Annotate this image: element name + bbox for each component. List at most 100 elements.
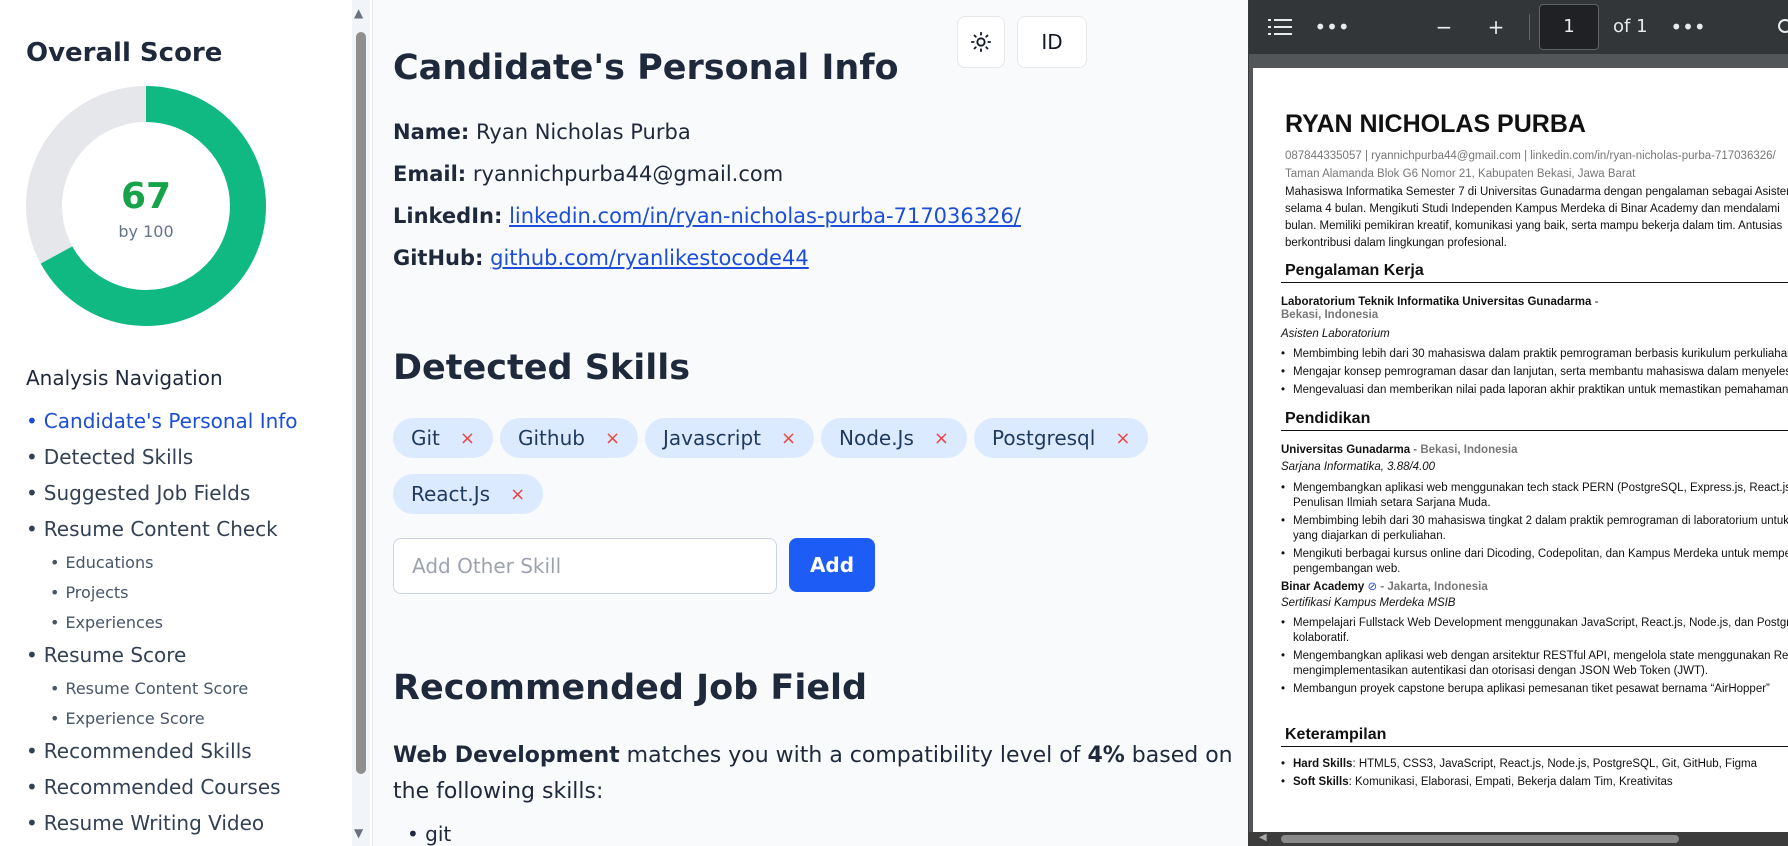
linkedin-link[interactable]: linkedin.com/in/ryan-nicholas-purba-7170…	[509, 204, 1021, 228]
resume-edu1-org: Universitas Gunadarma	[1281, 444, 1411, 456]
sidebar-scroll-thumb[interactable]	[356, 32, 366, 774]
github-link[interactable]: github.com/ryanlikestocode44	[490, 246, 809, 270]
job-field-name: Web Development	[393, 743, 620, 768]
nav-item-educations[interactable]: • Educations	[26, 550, 298, 580]
search-button[interactable]	[1771, 0, 1788, 54]
scroll-up-arrow-icon[interactable]: ▲	[354, 6, 363, 20]
resume-exp-location-row: Bekasi, Indonesia	[1281, 309, 1378, 321]
zoom-in-button[interactable]: +	[1481, 0, 1511, 54]
nav-bullet: •	[26, 739, 38, 763]
pdf-horizontal-scrollbar[interactable]: ◀	[1249, 832, 1788, 846]
resume-edu1-bullets-cont: Penulisan Ilmiah setara Sarjana Muda.	[1293, 497, 1491, 509]
job-field-description: Web Development matches you with a compa…	[393, 738, 1243, 810]
sidebar-scrollbar[interactable]: ▲ ▼	[352, 0, 370, 846]
verified-check-icon: ⊘	[1367, 581, 1378, 593]
nav-item-label: Resume Score	[43, 643, 187, 667]
resume-edu2-location: - Jakarta, Indonesia	[1377, 581, 1488, 593]
zoom-out-button[interactable]: −	[1429, 0, 1459, 54]
nav-item-resume-score[interactable]: • Resume Score	[26, 640, 298, 676]
nav-item-experiences[interactable]: • Experiences	[26, 610, 298, 640]
skill-chip-label: Git	[411, 426, 440, 450]
remove-skill-icon[interactable]: ×	[605, 428, 620, 449]
more-horizontal-icon: •••	[1314, 15, 1350, 39]
nav-item-label: Experiences	[65, 613, 163, 632]
add-skill-button[interactable]: Add	[789, 538, 875, 592]
resume-exp-org-name: Laboratorium Teknik Informatika Universi…	[1281, 296, 1592, 308]
sun-icon	[970, 31, 992, 53]
nav-item-resume-content-check[interactable]: • Resume Content Check	[26, 514, 298, 550]
job-field-skill-label: git	[425, 822, 452, 846]
hard-skills-value: : HTML5, CSS3, JavaScript, React.js, Nod…	[1352, 758, 1758, 770]
nav-item-label: Experience Score	[65, 709, 205, 728]
info-linkedin-row: LinkedIn: linkedin.com/in/ryan-nicholas-…	[393, 204, 1021, 228]
skill-chip-label: Node.Js	[839, 426, 914, 450]
nav-item-experience-score[interactable]: • Experience Score	[26, 706, 298, 736]
scroll-down-arrow-icon[interactable]: ▼	[354, 826, 363, 840]
name-value: Ryan Nicholas Purba	[475, 120, 691, 144]
nav-item-resume-writing-video[interactable]: • Resume Writing Video	[26, 808, 298, 844]
resume-exp-role: Asisten Laboratorium	[1281, 328, 1390, 340]
more-options-right-button[interactable]: •••	[1670, 0, 1706, 54]
skill-chip-label: React.Js	[411, 482, 491, 506]
nav-item-recommended-courses[interactable]: • Recommended Courses	[26, 772, 298, 808]
nav-item-suggested-job-fields[interactable]: • Suggested Job Fields	[26, 478, 298, 514]
add-skill-input[interactable]	[393, 538, 777, 594]
resume-edu1-bullets: Membimbing lebih dari 30 mahasiswa tingk…	[1281, 515, 1788, 527]
minus-icon: −	[1435, 15, 1453, 39]
nav-bullet: •	[50, 613, 60, 632]
remove-skill-icon[interactable]: ×	[460, 428, 475, 449]
analysis-navigation-title: Analysis Navigation	[26, 366, 223, 390]
email-label: Email:	[393, 162, 467, 186]
nav-item-resume-content-score[interactable]: • Resume Content Score	[26, 676, 298, 706]
resume-exp-bullet: Mengevaluasi dan memberikan nilai pada l…	[1281, 384, 1788, 396]
nav-item-label: Recommended Skills	[43, 739, 252, 763]
nav-item-recommended-skills[interactable]: • Recommended Skills	[26, 736, 298, 772]
nav-bullet: •	[50, 709, 60, 728]
nav-bullet: •	[50, 553, 60, 572]
nav-item-label: Detected Skills	[43, 445, 194, 469]
resume-edu2-org-row: Binar Academy ⊘ - Jakarta, Indonesia	[1281, 579, 1488, 593]
nav-item-label: Resume Writing Video	[43, 811, 265, 835]
resume-summary-line: selama 4 bulan. Mengikuti Studi Independ…	[1285, 203, 1780, 215]
remove-skill-icon[interactable]: ×	[1115, 428, 1130, 449]
overall-score-value: 67	[120, 176, 172, 217]
plus-icon: +	[1487, 15, 1505, 39]
resume-edu2-bullets-cont: mengimplementasikan autentikasi dan otor…	[1293, 665, 1709, 677]
resume-edu1-bullets-cont: yang diajarkan di perkuliahan.	[1293, 530, 1446, 542]
resume-edu2-org: Binar Academy	[1281, 581, 1365, 593]
scroll-left-arrow-icon[interactable]: ◀	[1259, 832, 1267, 843]
nav-item-label: Resume Content Check	[43, 517, 278, 541]
theme-toggle-button[interactable]	[957, 16, 1005, 68]
resume-summary-line: bulan. Memiliki pemikiran kreatif, komun…	[1285, 220, 1783, 232]
recommended-job-field-title: Recommended Job Field	[393, 668, 868, 708]
nav-item-label: Projects	[65, 583, 129, 602]
nav-item-label: Resume Content Score	[65, 679, 249, 698]
resume-divider	[1281, 746, 1788, 747]
resume-exp-bullet: Mengajar konsep pemrograman dasar dan la…	[1281, 366, 1788, 378]
more-horizontal-icon: •••	[1670, 15, 1706, 39]
analysis-main-panel: ID Candidate's Personal Info Name: Ryan …	[372, 0, 1248, 846]
github-label: GitHub:	[393, 246, 484, 270]
resume-edu2-bullets-cont: kolaboratif.	[1293, 632, 1350, 644]
page-number-input[interactable]: 1	[1539, 4, 1599, 50]
detected-skills-title: Detected Skills	[393, 348, 691, 388]
nav-item-detected-skills[interactable]: • Detected Skills	[26, 442, 298, 478]
pdf-horizontal-scroll-thumb[interactable]	[1281, 835, 1679, 843]
nav-bullet: •	[50, 679, 60, 698]
outline-toggle-button[interactable]	[1265, 0, 1295, 54]
skill-chip: Github ×	[500, 418, 639, 458]
remove-skill-icon[interactable]: ×	[510, 484, 525, 505]
resume-edu2-bullets: Mengembangkan aplikasi web dengan arsite…	[1281, 650, 1788, 662]
analysis-navigation-list: • Candidate's Personal Info • Detected Skil…	[26, 406, 298, 844]
more-options-left-button[interactable]: •••	[1314, 0, 1350, 54]
nav-bullet: •	[26, 643, 38, 667]
remove-skill-icon[interactable]: ×	[934, 428, 949, 449]
info-github-row: GitHub: github.com/ryanlikestocode44	[393, 246, 809, 270]
remove-skill-icon[interactable]: ×	[781, 428, 796, 449]
nav-item-projects[interactable]: • Projects	[26, 580, 298, 610]
skill-chip-label: Javascript	[663, 426, 761, 450]
language-toggle-button[interactable]: ID	[1017, 16, 1087, 68]
nav-item-candidate-s-personal-info[interactable]: • Candidate's Personal Info	[26, 406, 298, 442]
pdf-toolbar: ••• − + 1 of 1 •••	[1249, 0, 1788, 54]
resume-page: RYAN NICHOLAS PURBA 087844335057 | ryann…	[1253, 68, 1788, 832]
